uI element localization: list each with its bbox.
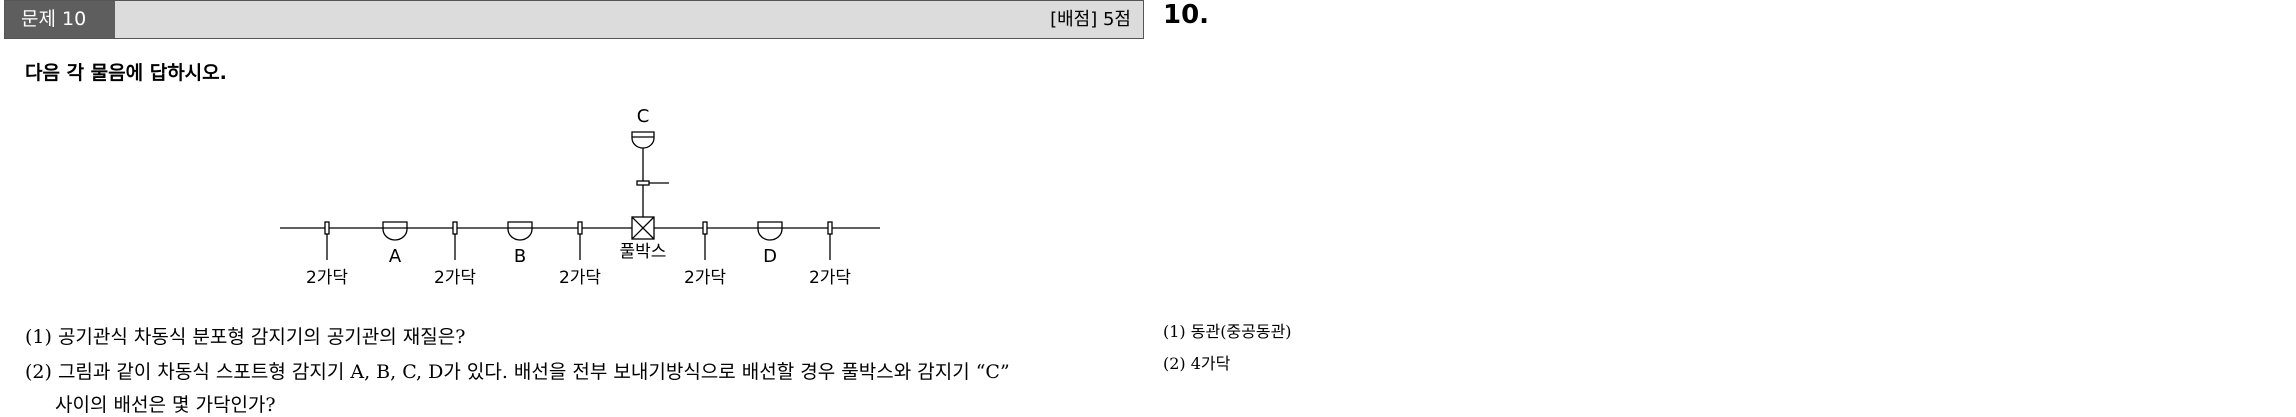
- question-2: (2) 그림과 같이 차동식 스포트형 감지기 A, B, C, D가 있다. …: [25, 361, 1010, 383]
- detector-c-symbol: [631, 131, 655, 149]
- question-number-label: 문제 10: [5, 1, 115, 38]
- detector-b-symbol: [507, 221, 533, 241]
- terminal-mark: [452, 221, 458, 235]
- wire-count-label: 2가닥: [559, 268, 601, 288]
- answer-number: 10.: [1163, 0, 1210, 30]
- question-1: (1) 공기관식 차동식 분포형 감지기의 공기관의 재질은?: [25, 326, 466, 348]
- detector-a-symbol: [382, 221, 408, 241]
- answer-2: (2) 4가닥: [1163, 354, 1231, 373]
- answer-1: (1) 동관(중공동관): [1163, 322, 1292, 341]
- question-header: 문제 10 [배점] 5점: [4, 0, 1144, 39]
- pull-box-label: 풀박스: [620, 242, 667, 262]
- terminal-mark: [636, 180, 650, 186]
- question-score: [배점] 5점: [1050, 9, 1131, 30]
- wire-count-label: 2가닥: [306, 268, 348, 288]
- terminal-mark: [702, 221, 708, 235]
- wiring-diagram: C A B D 풀박스 2가닥 2가닥 2가닥 2가닥 2가닥: [280, 106, 880, 288]
- wire-count-label: 2가닥: [434, 268, 476, 288]
- detector-c-label: C: [637, 106, 650, 127]
- detector-d-symbol: [757, 221, 783, 241]
- terminal-mark: [577, 221, 583, 235]
- detector-d-label: D: [763, 246, 777, 267]
- question-2-continued: 사이의 배선은 몇 가닥인가?: [55, 394, 276, 416]
- instruction-text: 다음 각 물음에 답하시오.: [25, 62, 227, 84]
- detector-a-label: A: [389, 246, 402, 267]
- wire-count-label: 2가닥: [809, 268, 851, 288]
- wire-count-label: 2가닥: [684, 268, 726, 288]
- terminal-mark: [827, 221, 833, 235]
- detector-b-label: B: [514, 246, 526, 267]
- terminal-mark: [324, 221, 330, 235]
